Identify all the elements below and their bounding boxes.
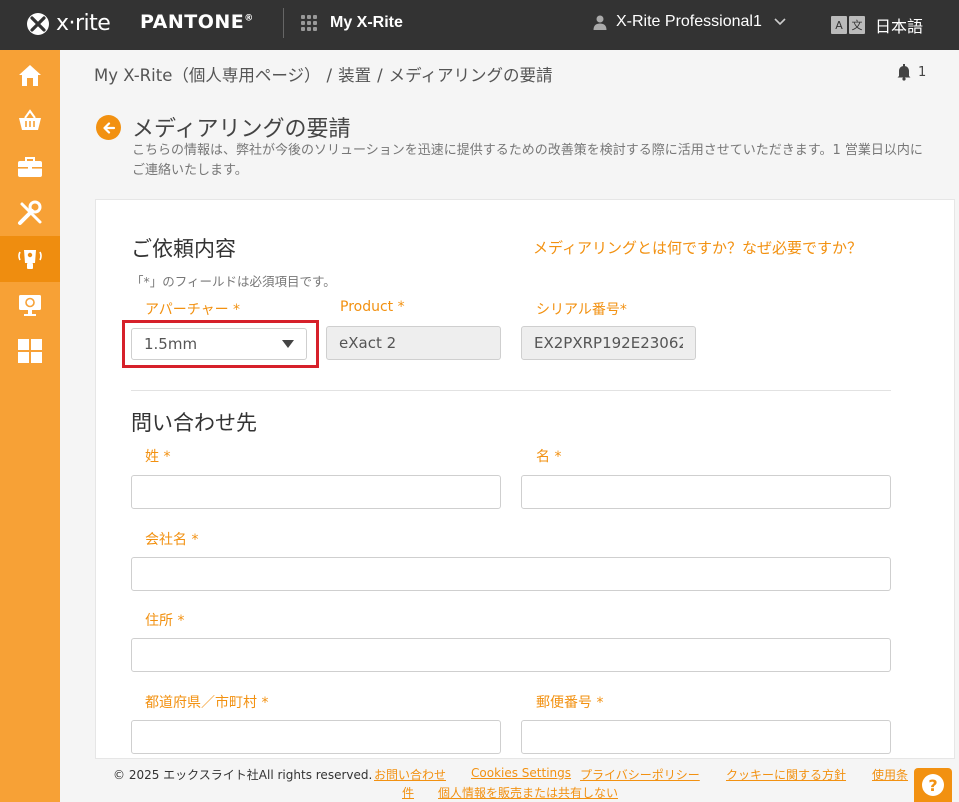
notifications-button[interactable]: 1 — [895, 63, 926, 81]
page-description: こちらの情報は、弊社が今後のソリューションを迅速に提供するための改善策を検討する… — [132, 143, 923, 178]
user-icon — [592, 14, 608, 30]
caret-down-icon — [282, 340, 294, 348]
serial-value: EX2PXRP192E230622 — [534, 334, 683, 352]
xrite-logo-icon — [26, 12, 50, 36]
xrite-logo[interactable]: x·rite — [26, 11, 111, 36]
product-label: Product * — [340, 299, 405, 315]
city-input[interactable] — [131, 720, 501, 754]
sidebar-item-shop[interactable] — [0, 98, 60, 144]
bell-icon — [897, 64, 911, 81]
company-input[interactable] — [131, 557, 891, 591]
postal-label: 郵便番号 * — [536, 695, 604, 711]
request-section-title: ご依頼内容 — [131, 237, 236, 261]
sidebar-item-tools[interactable] — [0, 190, 60, 236]
first-name-label: 名 * — [536, 449, 562, 465]
company-label: 会社名 * — [145, 532, 199, 548]
sidebar-item-devices[interactable] — [0, 236, 60, 282]
tools-icon — [18, 200, 42, 225]
footer-link-do-not-sell[interactable]: 個人情報を販売または共有しない — [438, 784, 618, 801]
breadcrumb-current: メディアリングの要請 — [388, 66, 553, 85]
footer: © 2025 エックスライト社All rights reserved. お問い合… — [60, 759, 959, 802]
language-label: 日本語 — [875, 17, 924, 36]
briefcase-icon — [18, 157, 42, 177]
address-input[interactable] — [131, 638, 891, 672]
aperture-label: アパーチャー * — [145, 302, 241, 318]
chevron-down-icon — [770, 18, 786, 26]
city-label: 都道府県／市町村 * — [145, 695, 269, 711]
what-is-mediaring-link[interactable]: メディアリングとは何ですか？なぜ必要ですか？ — [533, 237, 862, 258]
sidebar-item-portfolio[interactable] — [0, 144, 60, 190]
last-name-input[interactable] — [131, 475, 501, 509]
footer-link-contact[interactable]: お問い合わせ — [374, 766, 446, 783]
footer-link-privacy[interactable]: プライバシーポリシー — [580, 766, 700, 783]
back-button[interactable] — [96, 115, 121, 140]
breadcrumb-devices[interactable]: 装置 — [338, 66, 371, 85]
sidebar-item-home[interactable] — [0, 52, 60, 98]
serial-field: EX2PXRP192E230622 — [521, 326, 696, 360]
language-switcher[interactable]: A文 日本語 — [831, 13, 923, 37]
user-menu[interactable]: X-Rite Professional1 — [592, 13, 786, 31]
sidebar-item-dashboard[interactable] — [0, 328, 60, 374]
product-field: eXact 2 — [326, 326, 501, 360]
app-name[interactable]: My X-Rite — [330, 14, 403, 32]
footer-link-cookie-policy[interactable]: クッキーに関する方針 — [726, 766, 846, 783]
device-icon — [18, 250, 42, 269]
user-name: X-Rite Professional1 — [616, 13, 762, 30]
aperture-value: 1.5mm — [144, 335, 198, 353]
breadcrumb: My X-Rite（個人専用ページ） / 装置 / メディアリングの要請 — [94, 66, 553, 85]
apps-grid-icon[interactable] — [301, 15, 317, 31]
last-name-label: 姓 * — [145, 449, 171, 465]
product-value: eXact 2 — [339, 334, 397, 352]
breadcrumb-my-xrite[interactable]: My X-Rite（個人専用ページ） — [94, 66, 321, 85]
page-title: メディアリングの要請 — [132, 117, 351, 142]
pantone-text: PANTONE — [140, 11, 245, 33]
xrite-logo-text: x·rite — [56, 11, 111, 36]
address-label: 住所 * — [145, 613, 185, 629]
serial-label: シリアル番号* — [536, 302, 627, 318]
arrow-left-icon — [102, 121, 115, 134]
home-icon — [19, 65, 41, 86]
language-icon: A文 — [831, 16, 865, 34]
copyright: © 2025 エックスライト社All rights reserved. — [113, 768, 373, 782]
aperture-select[interactable]: 1.5mm — [131, 328, 307, 360]
help-button[interactable]: ? — [914, 768, 952, 802]
footer-link-terms-cont[interactable]: 件 — [402, 784, 414, 801]
grid-icon — [18, 339, 42, 363]
help-icon: ? — [922, 774, 944, 796]
first-name-input[interactable] — [521, 475, 891, 509]
required-note: 「*」のフィールドは必須項目です。 — [131, 274, 336, 289]
basket-icon — [19, 109, 41, 130]
notification-count: 1 — [918, 64, 927, 80]
sidebar-item-monitor[interactable] — [0, 282, 60, 328]
footer-link-cookies-settings[interactable]: Cookies Settings — [471, 766, 571, 780]
registered-mark: ® — [244, 13, 254, 24]
postal-input[interactable] — [521, 720, 891, 754]
monitor-icon — [19, 295, 41, 316]
header-divider — [283, 8, 284, 38]
footer-link-terms[interactable]: 使用条 — [872, 766, 908, 783]
pantone-logo[interactable]: PANTONE® — [140, 11, 254, 33]
contact-section-title: 問い合わせ先 — [131, 411, 257, 435]
sidebar — [0, 50, 60, 802]
request-form-card: ご依頼内容 メディアリングとは何ですか？なぜ必要ですか？ 「*」のフィールドは必… — [95, 199, 955, 759]
top-bar: x·rite PANTONE® My X-Rite X-Rite Profess… — [0, 0, 959, 50]
section-divider — [131, 390, 891, 391]
